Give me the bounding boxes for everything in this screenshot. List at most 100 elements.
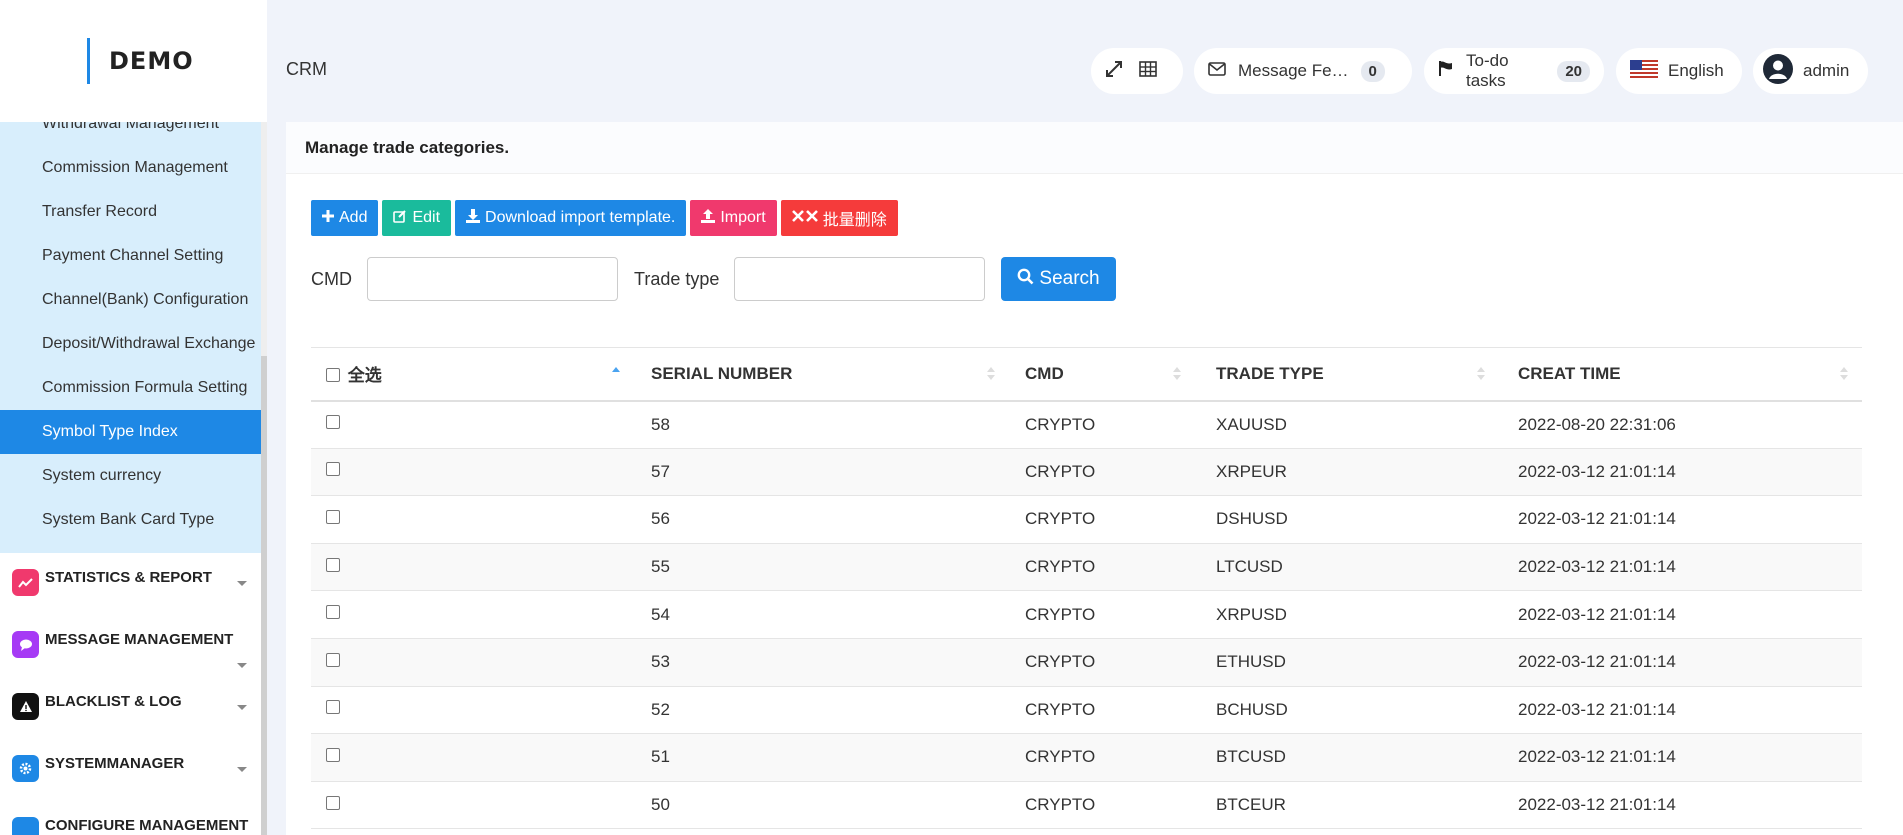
- cmd-cell: CRYPTO: [1012, 590, 1203, 639]
- sidebar-item-payment-channel-setting[interactable]: Payment Channel Setting: [0, 234, 261, 278]
- row-select-cell: [311, 638, 642, 687]
- row-select-cell: [311, 400, 642, 449]
- menu-label: MESSAGE MANAGEMENT: [45, 631, 234, 648]
- cmd-cell: CRYPTO: [1012, 495, 1203, 544]
- table-row[interactable]: 50 CRYPTO BTCEUR 2022-03-12 21:01:14: [311, 781, 1862, 830]
- table-row[interactable]: 51 CRYPTO BTCUSD 2022-03-12 21:01:14: [311, 733, 1862, 782]
- download-template-button[interactable]: Download import template.: [455, 200, 687, 236]
- search-row: CMD Trade type Search: [311, 257, 1116, 301]
- search-icon: [1017, 268, 1034, 291]
- creat-time-cell: 2022-03-12 21:01:14: [1507, 638, 1862, 687]
- gear-icon: [12, 755, 39, 782]
- trade-type-cell: BTCUSD: [1203, 733, 1507, 782]
- cmd-input[interactable]: [367, 257, 618, 301]
- todo-tasks[interactable]: To-do tasks 20: [1424, 48, 1604, 94]
- row-select-cell: [311, 543, 642, 592]
- serial-cell: 54: [642, 590, 1012, 639]
- search-button[interactable]: Search: [1001, 257, 1116, 301]
- column-select-all[interactable]: 全选: [311, 347, 642, 402]
- edit-label: Edit: [412, 209, 441, 226]
- menu-group-systemmanager[interactable]: SYSTEMMANAGER: [0, 739, 261, 801]
- select-all-label: 全选: [347, 366, 382, 386]
- menu-group-blacklist-log[interactable]: BLACKLIST & LOG: [0, 677, 261, 739]
- scrollbar-thumb[interactable]: [261, 356, 267, 835]
- menu-group-message-management[interactable]: MESSAGE MANAGEMENT: [0, 615, 261, 677]
- trade-type-input[interactable]: [734, 257, 986, 301]
- row-checkbox[interactable]: [326, 510, 340, 524]
- logo[interactable]: DEMO: [0, 0, 267, 122]
- upload-icon: [701, 208, 716, 228]
- table-row[interactable]: 57 CRYPTO XRPEUR 2022-03-12 21:01:14: [311, 448, 1862, 497]
- trade-type-label: Trade type: [634, 268, 720, 289]
- table-row[interactable]: 56 CRYPTO DSHUSD 2022-03-12 21:01:14: [311, 495, 1862, 544]
- sidebar-item-system-bank-card-type[interactable]: System Bank Card Type: [0, 498, 261, 542]
- message-feedback[interactable]: Message Fe… 0: [1194, 48, 1412, 94]
- search-label: Search: [1039, 268, 1100, 289]
- page-title: CRM: [286, 59, 327, 79]
- username: admin: [1803, 61, 1850, 80]
- caret-down-icon: [237, 581, 247, 586]
- creat-time-cell: 2022-03-12 21:01:14: [1507, 733, 1862, 782]
- sidebar-item-commission-formula-setting[interactable]: Commission Formula Setting: [0, 366, 261, 410]
- batch-delete-button[interactable]: 批量删除: [780, 200, 898, 236]
- table-row[interactable]: 52 CRYPTO BCHUSD 2022-03-12 21:01:14: [311, 686, 1862, 735]
- settings-icon: [12, 817, 39, 835]
- menu-group-statistics-report[interactable]: STATISTICS & REPORT: [0, 553, 261, 615]
- table-row[interactable]: 54 CRYPTO XRPUSD 2022-03-12 21:01:14: [311, 590, 1862, 639]
- table-row[interactable]: 55 CRYPTO LTCUSD 2022-03-12 21:01:14: [311, 543, 1862, 592]
- row-checkbox[interactable]: [326, 652, 340, 667]
- select-all-checkbox[interactable]: [326, 367, 340, 382]
- plus-icon: [322, 209, 334, 227]
- sidebar-scrollbar[interactable]: [261, 122, 267, 835]
- sidebar-item-commission-management[interactable]: Commission Management: [0, 146, 261, 190]
- sidebar-item-channel-bank-configuration[interactable]: Channel(Bank) Configuration: [0, 278, 261, 322]
- serial-cell: 56: [642, 495, 1012, 544]
- table-row[interactable]: 58 CRYPTO XAUUSD 2022-08-20 22:31:06: [311, 400, 1862, 449]
- sort-icon[interactable]: [1173, 367, 1181, 383]
- sidebar-item-transfer-record[interactable]: Transfer Record: [0, 190, 261, 234]
- sort-icon[interactable]: [987, 367, 995, 383]
- row-checkbox[interactable]: [326, 415, 340, 430]
- row-checkbox[interactable]: [326, 795, 340, 810]
- sidebar-item-symbol-type-index[interactable]: Symbol Type Index: [0, 410, 261, 454]
- serial-cell: 53: [642, 638, 1012, 687]
- header: CRM Message Fe… 0 To-do tasks 20 English…: [267, 0, 1903, 122]
- menu-label: BLACKLIST & LOG: [45, 693, 182, 710]
- creat-time-cell: 2022-03-12 21:01:14: [1507, 781, 1862, 830]
- column-cmd[interactable]: CMD: [1012, 347, 1203, 402]
- caret-down-icon: [237, 705, 247, 710]
- sidebar-scroll-area: Withdrawal Management Commission Managem…: [0, 122, 267, 835]
- edit-button[interactable]: Edit: [382, 200, 452, 236]
- user-menu[interactable]: admin: [1753, 48, 1868, 94]
- submenu: Withdrawal Management Commission Managem…: [0, 122, 261, 553]
- table-grid-icon[interactable]: [1139, 60, 1157, 82]
- add-button[interactable]: Add: [311, 200, 379, 236]
- sort-icon[interactable]: [612, 367, 620, 383]
- row-checkbox[interactable]: [326, 700, 340, 715]
- menu-group-configure-management[interactable]: CONFIGURE MANAGEMENT: [0, 801, 261, 835]
- column-serial-number[interactable]: SERIAL NUMBER: [642, 347, 1012, 402]
- language-selector[interactable]: English: [1616, 48, 1742, 94]
- cmd-label: CMD: [311, 268, 352, 289]
- cmd-cell: CRYPTO: [1012, 781, 1203, 830]
- row-select-cell: [311, 448, 642, 497]
- row-checkbox[interactable]: [326, 462, 340, 477]
- sidebar-item-system-currency[interactable]: System currency: [0, 454, 261, 498]
- row-select-cell: [311, 590, 642, 639]
- sort-icon[interactable]: [1840, 367, 1848, 383]
- serial-cell: 52: [642, 686, 1012, 735]
- download-icon: [466, 208, 481, 228]
- import-button[interactable]: Import: [690, 200, 777, 236]
- row-checkbox[interactable]: [326, 557, 340, 572]
- close-icon: [791, 209, 818, 227]
- row-checkbox[interactable]: [326, 747, 340, 762]
- column-trade-type[interactable]: TRADE TYPE: [1203, 347, 1507, 402]
- sidebar-item-withdrawal-management[interactable]: Withdrawal Management: [0, 122, 261, 146]
- fullscreen-icon[interactable]: [1105, 60, 1123, 83]
- column-creat-time[interactable]: CREAT TIME: [1507, 347, 1862, 402]
- row-checkbox[interactable]: [326, 605, 340, 620]
- table-row[interactable]: 53 CRYPTO ETHUSD 2022-03-12 21:01:14: [311, 638, 1862, 687]
- sort-icon[interactable]: [1477, 367, 1485, 383]
- message-label: Message Fe…: [1238, 61, 1349, 80]
- sidebar-item-deposit-withdrawal-exchange[interactable]: Deposit/Withdrawal Exchange: [0, 322, 261, 366]
